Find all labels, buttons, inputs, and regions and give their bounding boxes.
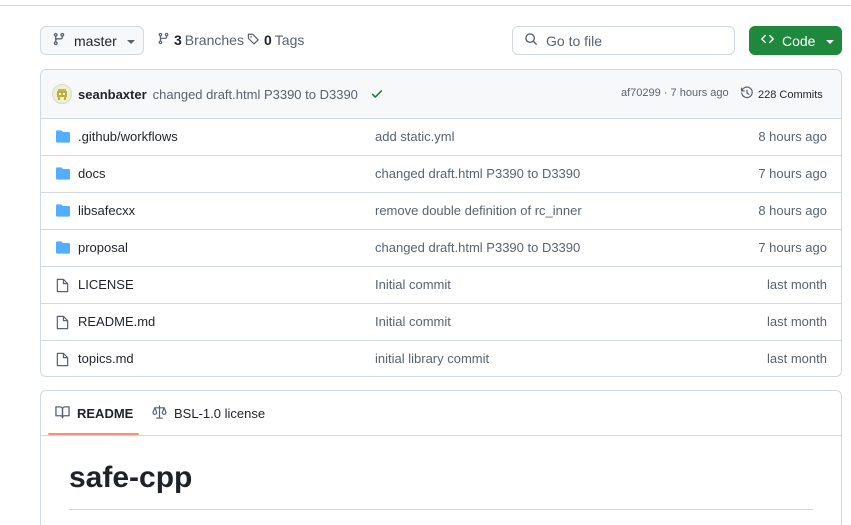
code-button[interactable]: Code [749,26,842,55]
table-row: topics.md initial library commit last mo… [41,341,841,376]
tags-link[interactable]: 0 Tags [247,32,304,48]
readme-heading: safe-cpp [69,461,193,494]
law-icon [152,405,167,422]
file-icon [56,278,69,296]
commit-author[interactable]: seanbaxter [78,87,147,102]
file-name-link[interactable]: proposal [78,240,128,255]
table-row: README.md Initial commit last month [41,304,841,341]
table-row: LICENSE Initial commit last month [41,267,841,304]
file-commit-message[interactable]: Initial commit [375,277,451,292]
file-commit-time: last month [767,351,827,366]
tag-icon [247,32,260,48]
tab-readme-label: README [77,406,134,421]
go-to-file-search[interactable] [512,26,735,55]
file-commit-time: 7 hours ago [758,166,827,181]
file-commit-time: last month [767,314,827,329]
chevron-down-icon [126,39,135,44]
branches-link[interactable]: 3 Branches [157,32,244,48]
file-icon [56,315,69,333]
file-commit-message[interactable]: changed draft.html P3390 to D3390 [375,240,580,255]
readme-panel: README BSL-1.0 license safe-cpp [40,390,842,525]
active-tab-indicator [48,433,139,435]
file-icon [56,352,69,370]
tab-license-label: BSL-1.0 license [174,406,266,421]
file-name-link[interactable]: README.md [78,314,155,329]
file-commit-time: 7 hours ago [758,240,827,255]
branches-count: 3 [174,32,182,48]
history-icon [740,86,754,103]
code-icon [760,32,775,49]
check-icon[interactable] [370,87,384,104]
branches-label: Branches [184,32,244,48]
file-name-link[interactable]: LICENSE [78,277,134,292]
heading-divider [69,509,813,510]
git-branch-icon [52,32,66,49]
branch-name: master [74,32,117,49]
tags-label: Tags [274,32,305,48]
table-row: .github/workflows add static.yml 8 hours… [41,119,841,156]
table-row: docs changed draft.html P3390 to D3390 7… [41,156,841,193]
file-commit-message[interactable]: Initial commit [375,314,451,329]
file-commit-message[interactable]: add static.yml [375,129,454,144]
tab-readme[interactable]: README [55,405,133,422]
commit-sha-time[interactable]: af70299 · 7 hours ago [621,87,729,99]
latest-commit-bar: seanbaxter changed draft.html P3390 to D… [41,70,841,119]
folder-icon [56,167,70,183]
chevron-down-icon [826,39,835,44]
book-icon [55,405,70,422]
file-commit-time: 8 hours ago [758,203,827,218]
git-branch-icon [157,32,170,48]
readme-tab-bar: README BSL-1.0 license [41,391,841,436]
file-table: seanbaxter changed draft.html P3390 to D… [40,69,842,377]
table-row: libsafecxx remove double definition of r… [41,193,841,230]
tab-license[interactable]: BSL-1.0 license [152,405,265,422]
file-commit-time: last month [767,277,827,292]
table-row: proposal changed draft.html P3390 to D33… [41,230,841,267]
top-divider [0,5,851,6]
file-commit-message[interactable]: remove double definition of rc_inner [375,203,582,218]
search-icon [524,32,538,49]
avatar[interactable] [52,84,72,104]
file-name-link[interactable]: .github/workflows [78,129,178,144]
code-button-label: Code [782,32,816,49]
commits-count-label: 228 Commits [758,88,823,101]
commits-history-link[interactable]: 228 Commits [740,86,823,103]
file-commit-message[interactable]: initial library commit [375,351,489,366]
file-name-link[interactable]: topics.md [78,351,134,366]
file-name-link[interactable]: libsafecxx [78,203,135,218]
tags-count: 0 [264,32,272,48]
file-name-link[interactable]: docs [78,166,105,181]
folder-icon [56,130,70,146]
search-input[interactable] [546,32,726,49]
file-commit-time: 8 hours ago [758,129,827,144]
branch-selector-button[interactable]: master [40,26,144,55]
folder-icon [56,241,70,257]
commit-message[interactable]: changed draft.html P3390 to D3390 [153,87,358,102]
file-commit-message[interactable]: changed draft.html P3390 to D3390 [375,166,580,181]
folder-icon [56,204,70,220]
